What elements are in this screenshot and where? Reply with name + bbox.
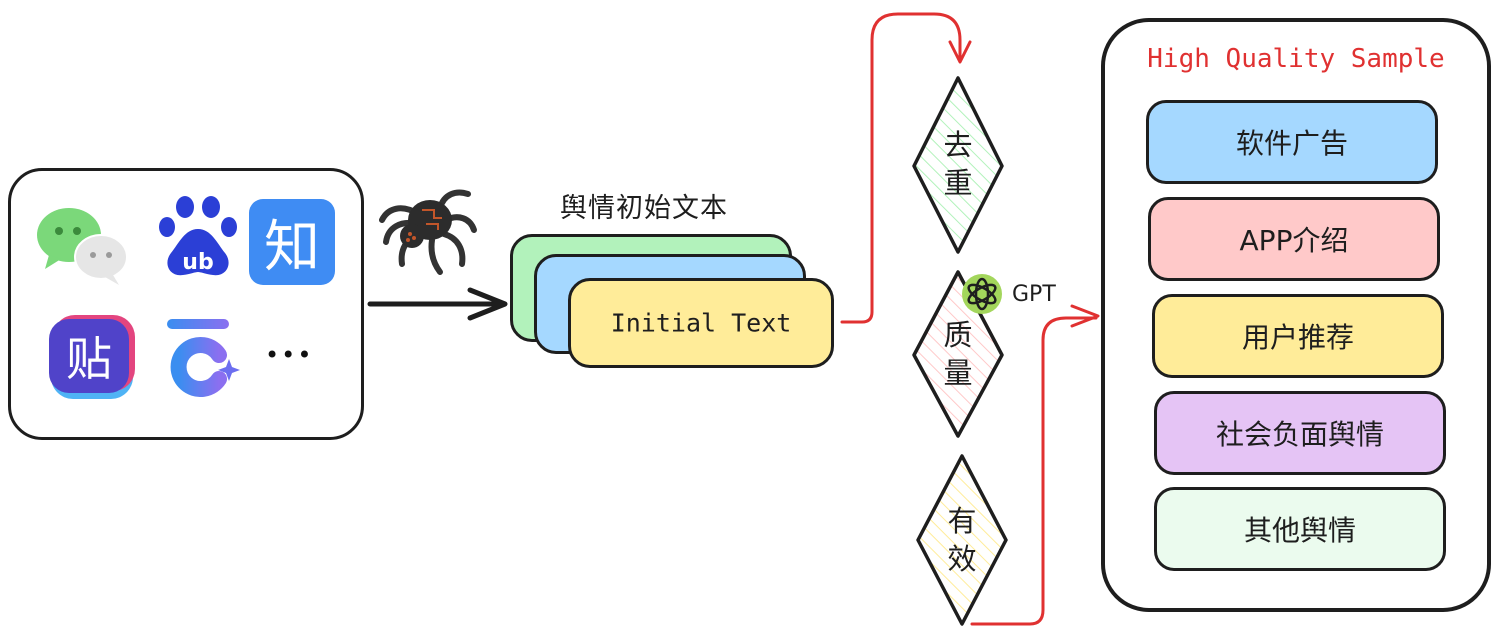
category-label: APP介绍 — [1239, 224, 1349, 257]
filter-dedup-char1: 去 — [943, 128, 973, 162]
initial-text-title: 舆情初始文本 — [560, 193, 728, 224]
gpt-label: GPT — [1012, 282, 1056, 307]
filter-valid-char1: 有 — [947, 504, 977, 538]
filter-valid-char2: 效 — [947, 542, 977, 576]
initial-text-label: Initial Text — [610, 308, 792, 338]
filter-dedup-char2: 重 — [943, 166, 973, 200]
category-label: 软件广告 — [1235, 127, 1348, 160]
category-negative-opinion: 社会负面舆情 — [1154, 391, 1446, 475]
category-label: 其他舆情 — [1243, 514, 1356, 547]
filter-quality-label: 质 量 — [938, 316, 978, 392]
crawl-arrow — [367, 287, 508, 321]
category-label: 社会负面舆情 — [1215, 418, 1384, 451]
openai-logo-icon — [962, 274, 1002, 314]
filter-valid-label: 有 效 — [942, 502, 982, 578]
category-software-ads: 软件广告 — [1146, 100, 1438, 184]
category-app-intro: APP介绍 — [1148, 197, 1440, 281]
flow-arrowhead-output — [1070, 304, 1100, 328]
filter-quality-char2: 量 — [943, 356, 973, 390]
category-label: 用户推荐 — [1241, 321, 1354, 354]
initial-text-card: Initial Text — [568, 278, 834, 368]
category-other-opinion: 其他舆情 — [1154, 487, 1446, 571]
output-title: High Quality Sample — [1147, 44, 1445, 74]
category-user-recommend: 用户推荐 — [1152, 294, 1444, 378]
filter-dedup-label: 去 重 — [938, 126, 978, 202]
filter-quality-char1: 质 — [943, 318, 973, 352]
